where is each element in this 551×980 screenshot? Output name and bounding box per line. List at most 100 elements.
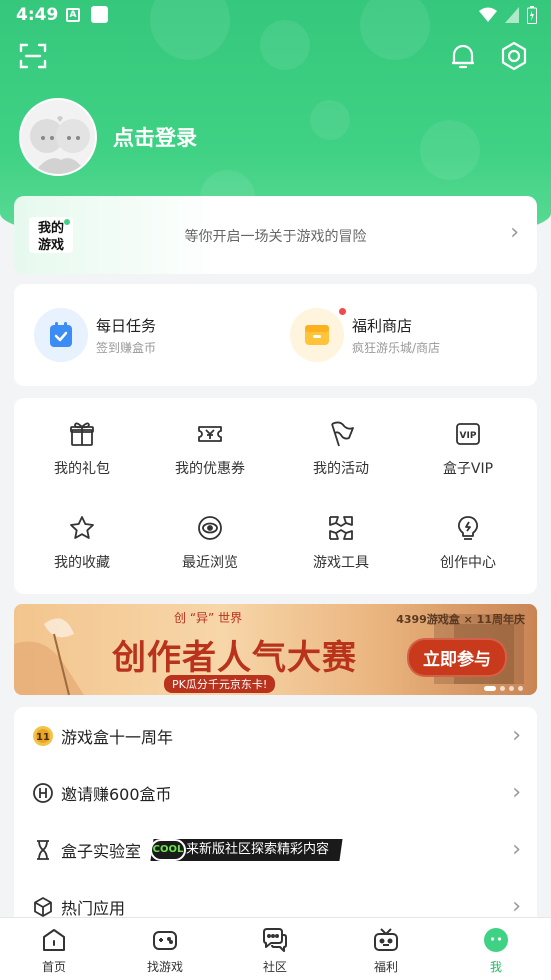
notification-square-icon [91, 6, 108, 23]
list-item-label: 邀请赚600盒币 [61, 784, 172, 804]
unread-dot [339, 308, 346, 315]
daily-tasks-button[interactable]: 每日任务 签到赚盒币 [34, 308, 156, 362]
chevron-right-icon: › [512, 780, 521, 805]
welfare-shop-sub: 疯狂游乐城/商店 [352, 340, 441, 355]
list-item-lab[interactable]: 盒子实验室 COOL 来新版社区探索精彩内容 › [14, 821, 537, 878]
gift-icon [70, 422, 94, 446]
tab-label: 我 [489, 960, 502, 974]
shop-icon [290, 308, 346, 362]
cool-badge: COOL [150, 838, 186, 861]
banner-brand: 4399游戏盒 × 11周年庆 [396, 613, 525, 626]
wifi-icon [479, 7, 497, 22]
my-games-tagline: 等你开启一场关于游戏的冒险 [184, 229, 367, 245]
tab-label: 社区 [262, 960, 287, 974]
anniversary-11-icon: 11 [32, 725, 54, 747]
vip-icon: VIP [456, 423, 480, 445]
gamepad-icon [153, 931, 177, 950]
tools-icon [329, 516, 353, 540]
join-now-button[interactable]: 立即参与 [407, 638, 507, 677]
star-icon [70, 516, 94, 539]
bottom-tab-bar: 首页 找游戏 社区 福利 我 [0, 917, 551, 980]
flask-icon [32, 839, 54, 861]
list-item-label: 盒子实验室 [61, 841, 142, 861]
list-item-invite[interactable]: 邀请赚600盒币 › [14, 764, 537, 821]
bulb-icon [457, 516, 479, 540]
tab-label: 找游戏 [146, 960, 183, 974]
grid-label: 我的优惠券 [175, 461, 245, 477]
scan-icon [19, 43, 47, 69]
menu-list-card: 11 游戏盒十一周年 › 邀请赚600盒币 › 盒子实验室 COOL 来新版社区… [14, 707, 537, 937]
grid-label: 最近浏览 [182, 555, 238, 571]
grid-label: 盒子VIP [442, 461, 494, 477]
my-games-card[interactable]: 我的 游戏 等你开启一场关于游戏的冒险 › [14, 196, 537, 274]
status-time: 4:49 [16, 5, 59, 25]
quick-actions-card: 每日任务 签到赚盒币 福利商店 疯狂游乐城/商店 [14, 284, 537, 386]
status-bar: 4:49 A [0, 0, 551, 32]
pager-dot [518, 686, 523, 691]
tab-community[interactable]: 社区 [240, 926, 310, 975]
grid-label: 我的礼包 [54, 461, 110, 477]
banner-pager [484, 686, 523, 691]
grid-label: 游戏工具 [313, 555, 369, 571]
welfare-shop-button[interactable]: 福利商店 疯狂游乐城/商店 [290, 308, 440, 362]
avatar[interactable] [19, 98, 97, 176]
bell-icon [452, 44, 474, 69]
pager-dot [500, 686, 505, 691]
svg-text:VIP: VIP [460, 431, 477, 441]
grid-label: 我的活动 [313, 461, 369, 477]
scan-button[interactable] [17, 40, 49, 72]
daily-tasks-sub: 签到赚盒币 [96, 340, 157, 355]
flag-icon [331, 421, 354, 447]
banner-kicker: 创 “异” 世界 [174, 611, 243, 625]
svg-text:11: 11 [36, 732, 50, 743]
my-gifts-button[interactable]: 我的礼包 [17, 408, 147, 488]
my-activities-button[interactable]: 我的活动 [276, 408, 406, 488]
me-face-icon [484, 928, 508, 952]
tab-find-games[interactable]: 找游戏 [130, 926, 200, 975]
banner-subtitle: PK瓜分千元京东卡! [164, 675, 276, 693]
pager-dot [484, 686, 496, 691]
battery-icon [527, 6, 537, 24]
login-prompt[interactable]: 点击登录 [113, 122, 197, 152]
chevron-right-icon: › [512, 837, 521, 862]
lab-promo-tag-text: 来新版社区探索精彩内容 [186, 841, 330, 857]
grid-label: 创作中心 [440, 555, 496, 571]
creator-center-button[interactable]: 创作中心 [403, 502, 533, 582]
tab-label: 首页 [41, 960, 66, 974]
tab-label: 福利 [373, 960, 398, 974]
banner-title: 创作者人气大赛 [112, 638, 357, 678]
feature-grid-card: 我的礼包 我的优惠券 我的活动 VIP 盒子VIP 我的收藏 最近浏览 游戏工具… [14, 398, 537, 594]
cube-icon [32, 896, 54, 918]
coupon-icon [198, 426, 222, 442]
chat-icon [263, 928, 287, 952]
coin-h-icon [32, 782, 54, 804]
game-tools-button[interactable]: 游戏工具 [276, 502, 406, 582]
daily-tasks-title: 每日任务 [96, 316, 157, 335]
grid-label: 我的收藏 [54, 555, 110, 571]
chevron-right-icon: › [512, 723, 521, 748]
tab-welfare[interactable]: 福利 [351, 926, 421, 975]
chevron-right-icon: › [512, 894, 521, 919]
chevron-right-icon: › [510, 220, 519, 245]
recent-browse-button[interactable]: 最近浏览 [145, 502, 275, 582]
home-icon [43, 929, 65, 951]
settings-button[interactable] [498, 40, 530, 72]
calendar-check-icon [34, 308, 88, 362]
my-coupons-button[interactable]: 我的优惠券 [145, 408, 275, 488]
list-item-anniversary[interactable]: 11 游戏盒十一周年 › [14, 707, 537, 764]
signal-icon [505, 7, 519, 23]
box-vip-button[interactable]: VIP 盒子VIP [403, 408, 533, 488]
pager-dot [509, 686, 514, 691]
notifications-button[interactable] [447, 40, 479, 72]
tab-home[interactable]: 首页 [19, 926, 89, 975]
welfare-shop-title: 福利商店 [352, 316, 413, 335]
list-item-label: 游戏盒十一周年 [61, 727, 174, 747]
tv-gift-icon [374, 928, 398, 951]
gear-icon [501, 41, 527, 71]
creator-contest-banner[interactable]: 创 “异” 世界 4399游戏盒 × 11周年庆 创作者人气大赛 PK瓜分千元京… [14, 604, 537, 695]
list-item-label: 热门应用 [61, 898, 126, 918]
eye-icon [198, 516, 222, 540]
tab-me[interactable]: 我 [461, 926, 531, 975]
notification-a-icon: A [66, 8, 80, 22]
my-favorites-button[interactable]: 我的收藏 [17, 502, 147, 582]
